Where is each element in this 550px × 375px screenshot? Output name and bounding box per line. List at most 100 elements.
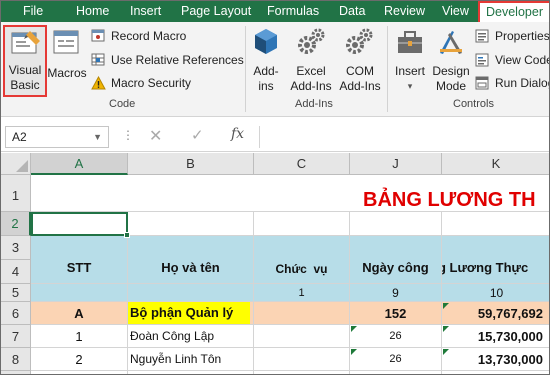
row-header-3[interactable]: 3	[1, 236, 31, 260]
record-macro-button[interactable]: Record Macro	[91, 28, 211, 44]
cell-c5[interactable]: 1	[254, 284, 350, 302]
row-header-8[interactable]: 8	[1, 348, 31, 371]
properties-button[interactable]: Properties	[475, 28, 549, 44]
cell-c9[interactable]	[254, 371, 350, 374]
macros-label: Macros	[47, 66, 87, 80]
menu-view[interactable]: View	[442, 1, 469, 22]
cell-b7[interactable]: Đoàn Công Lập	[128, 325, 254, 348]
run-dialog-button[interactable]: Run Dialog	[475, 75, 550, 91]
com-add-ins-button[interactable]: COM Add-Ins	[337, 25, 383, 97]
insert-control-label: Insert	[394, 64, 425, 78]
formula-input[interactable]	[259, 126, 549, 148]
fill-handle[interactable]	[124, 232, 130, 238]
cell-c6[interactable]	[254, 302, 350, 325]
name-box[interactable]: A2 ▼	[5, 126, 109, 148]
cell-c2[interactable]	[254, 212, 350, 236]
menu-home[interactable]: Home	[76, 1, 109, 22]
macro-security-button[interactable]: Macro Security	[91, 75, 201, 91]
cell-j6[interactable]: 152	[350, 302, 442, 325]
name-box-dropdown-icon[interactable]: ▼	[93, 127, 102, 147]
cell-a7[interactable]: 1	[31, 325, 128, 348]
cancel-icon[interactable]: ✕	[149, 126, 162, 146]
cell-indicator-icon	[443, 349, 449, 355]
menu-data[interactable]: Data	[339, 1, 365, 22]
excel-window: File Home Insert Page Layout Formulas Da…	[0, 0, 550, 375]
cell-b5[interactable]	[128, 284, 254, 302]
cell-j9[interactable]	[350, 371, 442, 374]
header-name-label: Họ và tên	[161, 260, 220, 275]
cell-b6[interactable]: Bộ phận Quản lý	[128, 302, 254, 325]
menu-review[interactable]: Review	[384, 1, 425, 22]
cell-b8[interactable]: Nguyễn Linh Tôn	[128, 348, 254, 371]
excel-add-ins-label-1: Excel	[296, 64, 326, 78]
menu-file[interactable]: File	[23, 1, 43, 22]
cell-j8[interactable]: 26	[350, 348, 442, 371]
view-code-label: View Code	[495, 53, 550, 67]
row-header-4[interactable]: 4	[1, 260, 31, 284]
header-cell-position[interactable]: Chức vụ	[254, 236, 350, 284]
header-cell-stt[interactable]: STT	[31, 236, 128, 284]
row-header-1[interactable]: 1	[1, 175, 31, 212]
column-header-c[interactable]: C	[254, 153, 350, 175]
cell-b9[interactable]	[128, 371, 254, 374]
column-header-j[interactable]: J	[350, 153, 442, 175]
cell-a8[interactable]: 2	[31, 348, 128, 371]
insert-control-button[interactable]: Insert ▾	[389, 25, 431, 97]
row-header-6[interactable]: 6	[1, 302, 31, 325]
view-code-button[interactable]: View Code	[475, 52, 550, 68]
menu-page-layout[interactable]: Page Layout	[181, 1, 251, 22]
cell-a5[interactable]	[31, 284, 128, 302]
column-header-b[interactable]: B	[128, 153, 254, 175]
header-cell-days[interactable]: Ngày công	[350, 236, 442, 284]
row-header-7[interactable]: 7	[1, 325, 31, 348]
cell-a6[interactable]: A	[31, 302, 128, 325]
macros-button[interactable]: Macros	[47, 25, 87, 97]
column-header-k[interactable]: K	[442, 153, 549, 175]
cell-c8[interactable]	[254, 348, 350, 371]
menu-bar: File Home Insert Page Layout Formulas Da…	[1, 1, 549, 22]
menu-insert[interactable]: Insert	[130, 1, 161, 22]
insert-function-icon[interactable]: fx	[231, 126, 244, 142]
use-relative-references-button[interactable]: Use Relative References	[91, 52, 244, 68]
cell-k5[interactable]: 10	[442, 284, 549, 302]
header-cell-name[interactable]: Họ và tên	[128, 236, 254, 284]
run-dialog-label: Run Dialog	[495, 76, 550, 90]
row-header-2[interactable]: 2	[1, 212, 31, 236]
add-ins-label-1: Add-	[253, 64, 279, 78]
header-salary-label: g Lương Thực	[442, 260, 529, 275]
menu-developer[interactable]: Developer	[478, 1, 549, 22]
excel-add-ins-button[interactable]: Excel Add-Ins	[285, 25, 337, 97]
row-header-5[interactable]: 5	[1, 284, 31, 302]
relative-references-icon	[91, 53, 105, 66]
cell-k6[interactable]: 59,767,692	[442, 302, 549, 325]
cell-j5[interactable]: 9	[350, 284, 442, 302]
visual-basic-button[interactable]: Visual Basic	[3, 25, 47, 97]
enter-icon[interactable]: ✓	[191, 126, 204, 144]
row-header-9[interactable]	[1, 371, 31, 374]
macros-icon	[53, 30, 79, 54]
active-cell-selection[interactable]	[31, 212, 130, 238]
cell-c7[interactable]	[254, 325, 350, 348]
gear-icon	[298, 28, 325, 54]
cell-k7[interactable]: 15,730,000	[442, 325, 549, 348]
cell-indicator-icon	[351, 349, 357, 355]
cell-k9[interactable]	[442, 371, 549, 374]
add-ins-button[interactable]: Add- ins	[249, 25, 283, 97]
header-days-label: Ngày công	[362, 260, 429, 275]
view-code-icon	[475, 53, 489, 67]
header-cell-salary[interactable]: g Lương Thực	[442, 236, 549, 284]
warning-icon	[91, 76, 106, 90]
cell-k2[interactable]	[442, 212, 549, 236]
design-mode-button[interactable]: Design Mode	[431, 25, 471, 97]
cell-k8[interactable]: 13,730,000	[442, 348, 549, 371]
cell-j2[interactable]	[350, 212, 442, 236]
visual-basic-label-1: Visual	[8, 63, 42, 77]
cell-b2[interactable]	[128, 212, 254, 236]
cell-a9[interactable]	[31, 371, 128, 374]
menu-formulas[interactable]: Formulas	[267, 1, 319, 22]
cell-j7[interactable]: 26	[350, 325, 442, 348]
select-all-button[interactable]	[1, 153, 31, 175]
column-header-a[interactable]: A	[31, 153, 128, 175]
name-box-value: A2	[12, 130, 27, 144]
macro-security-label: Macro Security	[111, 76, 192, 90]
